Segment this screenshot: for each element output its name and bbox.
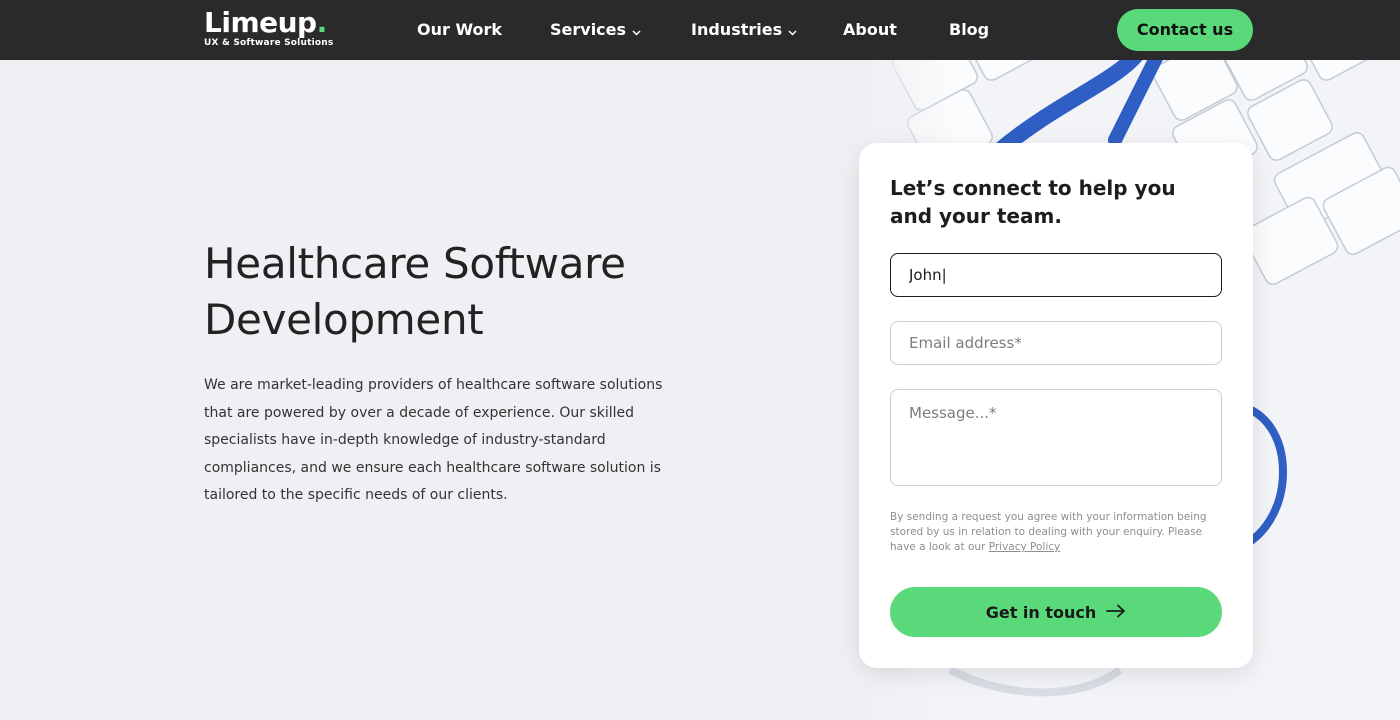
arrow-right-icon [1106,603,1126,622]
hero-description: We are market-leading providers of healt… [204,377,663,503]
nav-label: Industries [691,20,783,39]
name-field[interactable] [890,253,1222,297]
nav-industries[interactable]: Industries [691,20,797,41]
form-title: Let’s connect to help you and your team. [890,176,1176,228]
nav-services[interactable]: Services [550,20,641,41]
privacy-policy-link[interactable]: Privacy Policy [989,541,1061,553]
submit-label: Get in touch [985,602,1097,622]
nav-label: Our Work [417,20,503,39]
nav-label: Blog [949,20,990,39]
chevron-down-icon [632,21,641,41]
logo-tagline: UX & Software Solutions [204,38,334,48]
nav-label: Services [550,20,627,39]
logo-wordmark: Limeup. [204,6,327,39]
message-field[interactable] [890,389,1222,486]
email-field[interactable] [890,321,1222,365]
logo[interactable]: Limeup. UX & Software Solutions [204,6,333,48]
get-in-touch-button[interactable]: Get in touch [890,587,1222,637]
contact-form-card: Let’s connect to help you and your team.… [859,143,1253,668]
nav-our-work[interactable]: Our Work [417,20,502,40]
chevron-down-icon [788,21,797,41]
consent-text: By sending a request you agree with your… [890,510,1225,555]
nav-about[interactable]: About [843,20,897,40]
nav-blog[interactable]: Blog [949,20,989,40]
nav-label: About [843,20,897,39]
site-header: Limeup. UX & Software Solutions Our Work… [0,0,1400,60]
page-title: Healthcare Software Development [204,239,626,344]
contact-us-button[interactable]: Contact us [1117,9,1253,51]
